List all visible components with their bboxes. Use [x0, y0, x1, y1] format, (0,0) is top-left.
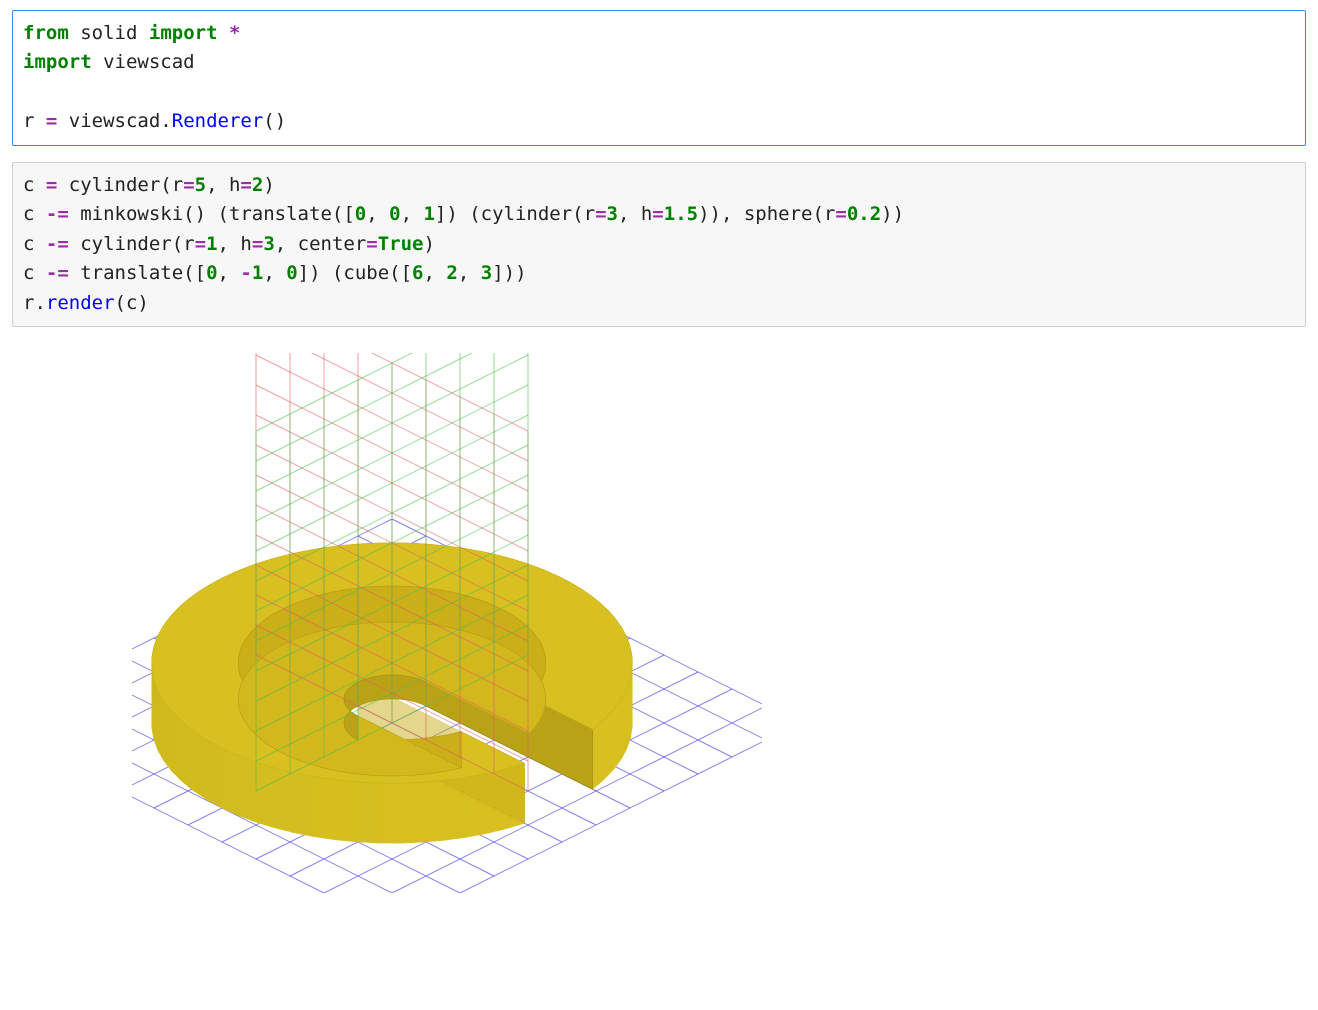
code-block[interactable]: from solid import * import viewscad r = …	[23, 19, 1295, 137]
code-cell-1[interactable]: from solid import * import viewscad r = …	[12, 10, 1306, 146]
output-area	[12, 343, 1306, 893]
code-block[interactable]: c = cylinder(r=5, h=2) c -= minkowski() …	[23, 171, 1295, 318]
code-cell-2[interactable]: c = cylinder(r=5, h=2) c -= minkowski() …	[12, 162, 1306, 327]
three-d-viewer[interactable]	[132, 353, 762, 893]
